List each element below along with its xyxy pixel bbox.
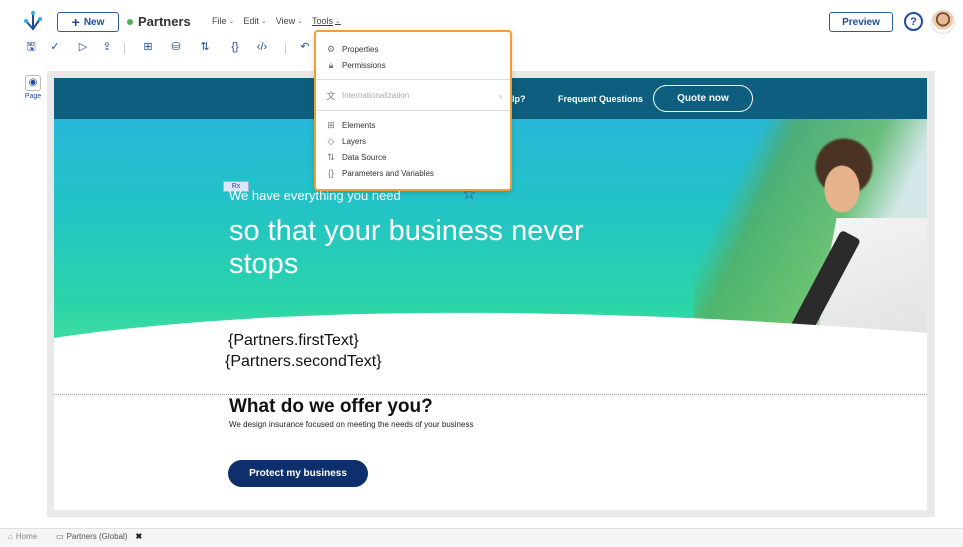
play-icon[interactable]: ▷ xyxy=(76,40,90,55)
section-divider xyxy=(54,394,927,395)
chevron-right-icon: › xyxy=(499,91,502,101)
chevron-down-icon: ⌄ xyxy=(260,18,267,25)
check-icon[interactable]: ✓ xyxy=(48,40,62,55)
menu-item-label: Internationalization xyxy=(342,90,410,100)
lock-icon: 🔒︎ xyxy=(328,59,334,70)
preview-button[interactable]: Preview xyxy=(829,12,893,32)
home-icon: ⌂ xyxy=(8,532,13,541)
menu-divider xyxy=(316,79,510,80)
datasource-icon: ⇅ xyxy=(327,151,335,162)
hero-wave xyxy=(54,312,927,388)
menu-item-label: Layers xyxy=(342,136,367,146)
plus-icon: + xyxy=(71,14,80,30)
left-panel xyxy=(0,62,46,520)
close-icon[interactable]: ✖ xyxy=(135,532,142,541)
menu-item-properties[interactable]: ⚙ Properties xyxy=(326,43,379,55)
data-source-icon[interactable]: ⇅ xyxy=(198,40,212,55)
template-second-text: {Partners.secondText} xyxy=(225,353,382,370)
menu-file-label: File xyxy=(212,16,227,26)
page-tool-label: Page xyxy=(24,93,42,100)
menu-item-parameters-variables[interactable]: {} Parameters and Variables xyxy=(326,167,434,179)
menu-item-internationalization: 文 Internationalization xyxy=(326,89,409,101)
layers-icon: ◇ xyxy=(327,135,335,146)
grid-icon: ⊞ xyxy=(327,119,335,130)
braces-icon: {} xyxy=(327,168,334,178)
menu-item-layers[interactable]: ◇ Layers xyxy=(326,135,366,147)
menu-view-label: View xyxy=(275,16,296,26)
chevron-down-icon: ⌄ xyxy=(228,18,235,25)
bottom-tab-bar xyxy=(0,528,963,547)
publish-icon[interactable]: ⇪ xyxy=(100,40,114,55)
app-logo-icon[interactable] xyxy=(22,10,44,32)
help-icon[interactable]: ? xyxy=(904,12,923,31)
menu-item-label: Permissions xyxy=(342,60,386,70)
palette-icon: ◉ xyxy=(25,75,41,91)
braces-icon[interactable]: {} xyxy=(228,40,242,55)
menu-edit-label: Edit xyxy=(243,16,259,26)
menu-tools-label: Tools xyxy=(312,16,334,26)
new-button-label: New xyxy=(83,16,105,28)
status-dot-icon xyxy=(127,18,133,25)
hero-heading: so that your business never stops xyxy=(229,215,584,280)
page-properties-tool[interactable]: ◉ Page xyxy=(23,75,43,105)
menu-item-elements[interactable]: ⊞ Elements xyxy=(326,119,375,131)
app-title: Partners xyxy=(127,14,191,29)
menu-item-permissions[interactable]: 🔒︎ Permissions xyxy=(326,59,386,71)
protect-business-button[interactable]: Protect my business xyxy=(228,460,368,487)
chevron-down-icon: ⌄ xyxy=(297,18,304,25)
elements-icon[interactable]: ⊞ xyxy=(141,40,155,55)
chevron-down-icon: ⌄ xyxy=(335,18,341,25)
menu-item-label: Properties xyxy=(342,44,379,54)
menu-item-data-source[interactable]: ⇅ Data Source xyxy=(326,151,386,163)
tab-partners-label: Partners (Global) xyxy=(66,532,128,541)
undo-icon[interactable]: ↶ xyxy=(298,40,312,55)
database-icon[interactable]: ⛁ xyxy=(169,40,183,55)
menu-bar: File ⌄ Edit ⌄ View ⌄ Tools ⌄ xyxy=(212,16,341,26)
toolbar-divider xyxy=(124,43,125,54)
new-button[interactable]: + New xyxy=(57,12,119,32)
menu-item-label: Elements xyxy=(342,120,376,130)
tab-home-label: Home xyxy=(15,532,38,541)
menu-edit[interactable]: Edit ⌄ xyxy=(243,16,266,26)
quote-now-button[interactable]: Quote now xyxy=(653,85,753,112)
menu-tools[interactable]: Tools ⌄ xyxy=(312,16,341,26)
nav-faq-link[interactable]: Frequent Questions xyxy=(558,94,643,104)
menu-view[interactable]: View ⌄ xyxy=(276,16,303,26)
offer-heading: What do we offer you? xyxy=(229,396,433,417)
offer-subtitle: We design insurance focused on meeting t… xyxy=(229,420,474,429)
tab-home[interactable]: ⌂ Home xyxy=(8,532,37,541)
save-icon[interactable]: 🖫 xyxy=(24,40,38,55)
code-icon[interactable]: ‹/› xyxy=(255,40,269,55)
toolbar-divider xyxy=(285,43,286,54)
menu-divider xyxy=(316,110,510,111)
tab-partners[interactable]: ▭ Partners (Global) ✖ xyxy=(56,532,142,541)
menu-item-label: Data Source xyxy=(342,152,387,162)
menu-file[interactable]: File ⌄ xyxy=(212,16,234,26)
avatar[interactable] xyxy=(931,10,955,34)
page-icon: ▭ xyxy=(56,532,64,541)
app-name-label: Partners xyxy=(138,14,191,29)
translate-icon: 文 xyxy=(326,90,336,101)
tools-dropdown-menu: ⚙ Properties 🔒︎ Permissions 文 Internatio… xyxy=(314,30,512,191)
gear-icon: ⚙ xyxy=(326,43,336,54)
menu-item-label: Parameters and Variables xyxy=(342,168,434,178)
template-first-text: {Partners.firstText} xyxy=(228,332,359,349)
